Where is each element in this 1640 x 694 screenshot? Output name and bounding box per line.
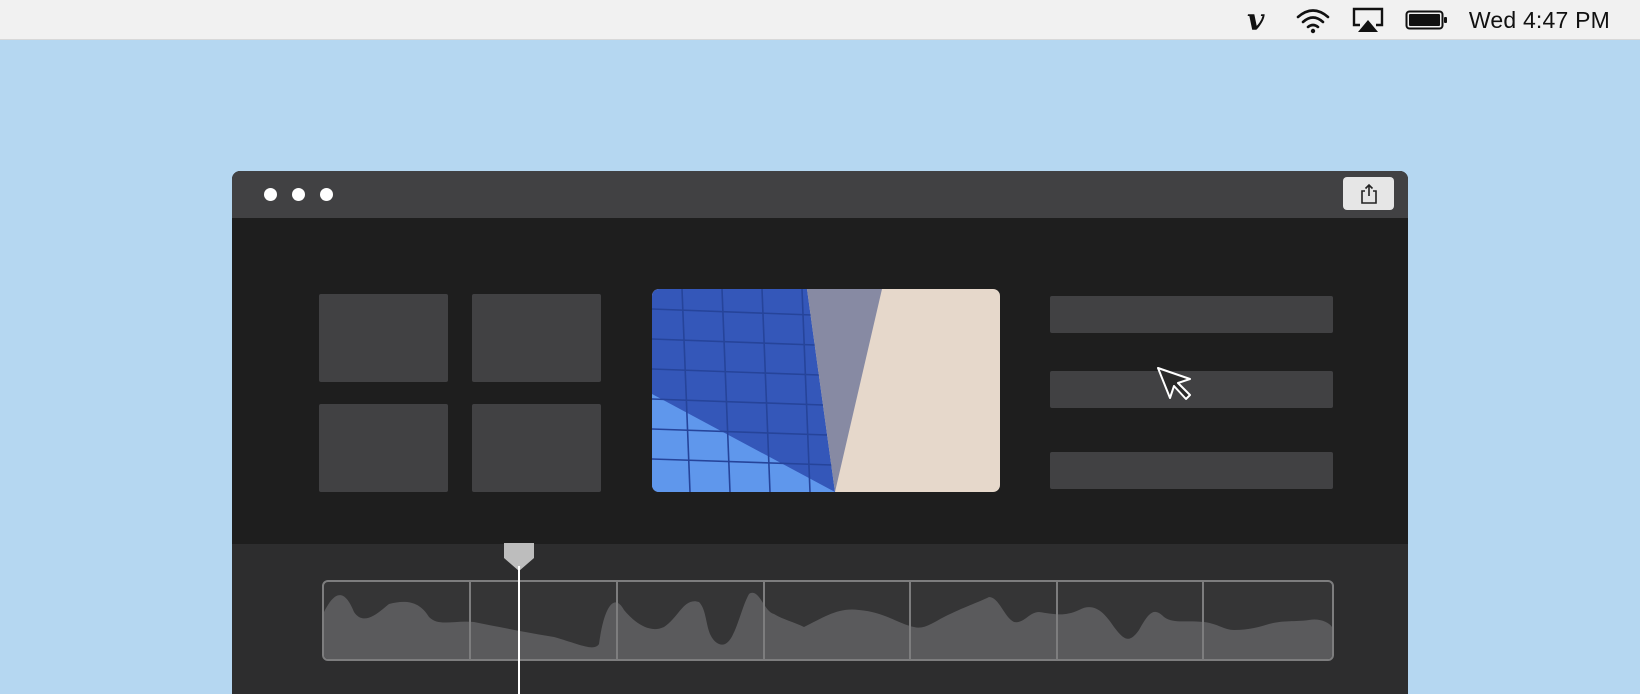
playhead-line — [518, 566, 520, 694]
airplay-icon[interactable] — [1351, 6, 1385, 34]
arrow-cursor-icon — [1156, 366, 1194, 409]
library-tile[interactable] — [472, 404, 601, 492]
timeline-filmstrip[interactable] — [322, 580, 1334, 661]
svg-text:v: v — [1247, 7, 1265, 33]
library-tile[interactable] — [319, 294, 448, 382]
menu-clock[interactable]: Wed 4:47 PM — [1469, 7, 1610, 34]
share-button[interactable] — [1343, 177, 1394, 210]
window-dot-2[interactable] — [292, 188, 305, 201]
video-preview[interactable] — [652, 289, 1000, 492]
menu-bar: v Wed 4:47 PM — [0, 0, 1640, 40]
list-row[interactable] — [1050, 452, 1333, 489]
share-icon — [1360, 183, 1377, 204]
wifi-icon[interactable] — [1295, 6, 1331, 34]
battery-icon[interactable] — [1405, 9, 1449, 31]
audio-waveform — [324, 592, 1332, 659]
vimeo-icon[interactable]: v — [1245, 7, 1275, 33]
library-tile[interactable] — [472, 294, 601, 382]
list-row[interactable] — [1050, 296, 1333, 333]
status-menus: v Wed 4:47 PM — [1245, 0, 1610, 40]
library-tile[interactable] — [319, 404, 448, 492]
window-titlebar — [232, 171, 1408, 218]
window-dot-1[interactable] — [264, 188, 277, 201]
app-window — [232, 171, 1408, 694]
window-dot-3[interactable] — [320, 188, 333, 201]
